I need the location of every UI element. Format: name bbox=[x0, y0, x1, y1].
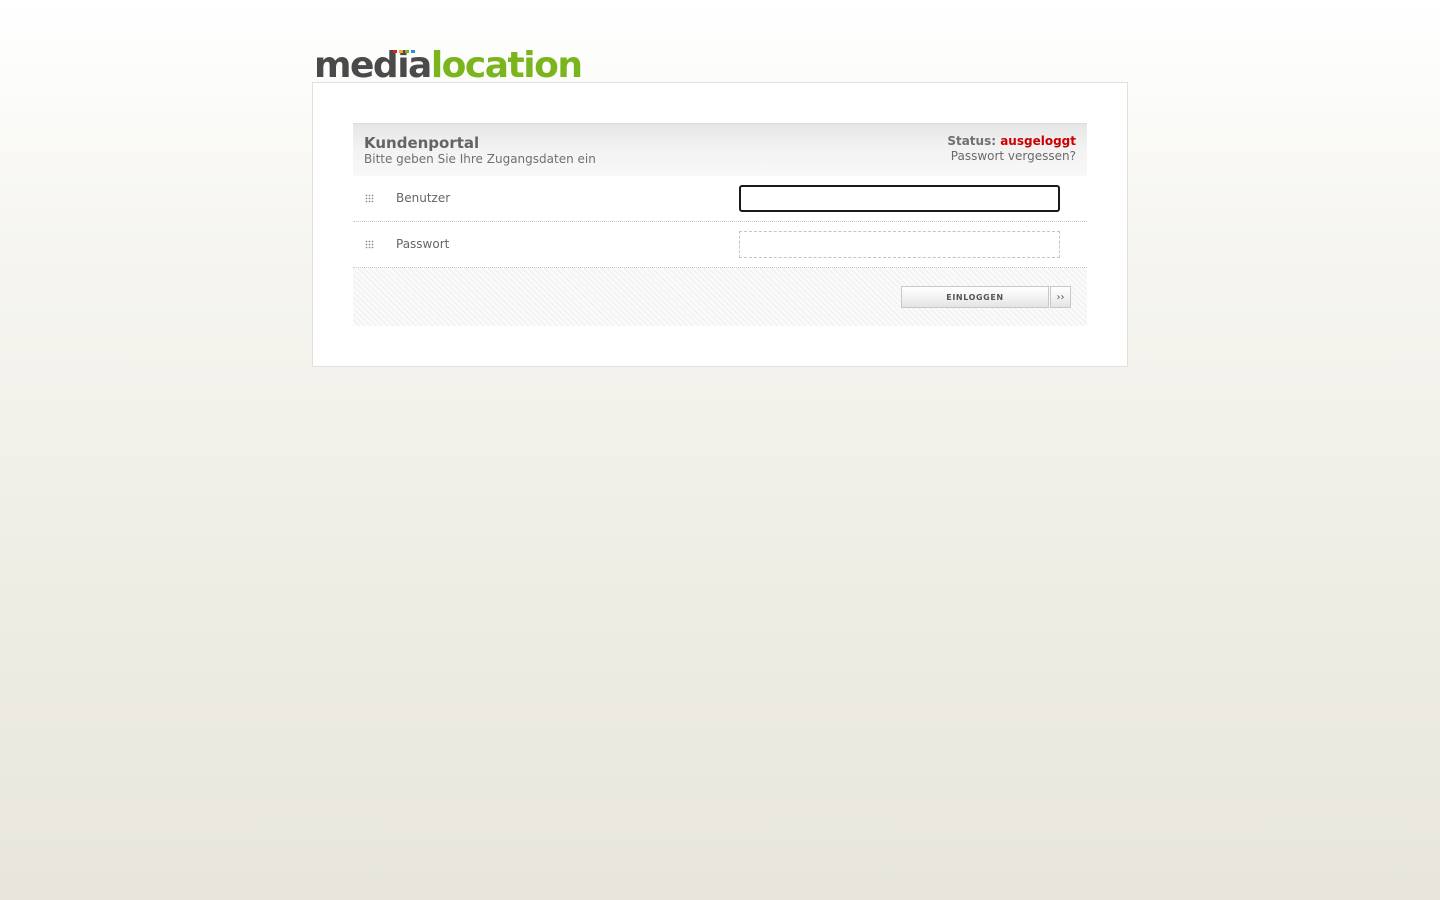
logo-bar-green bbox=[405, 50, 409, 53]
status-value: ausgeloggt bbox=[1000, 134, 1076, 148]
username-label: Benutzer bbox=[396, 191, 451, 205]
status-label: Status: bbox=[947, 134, 997, 148]
login-panel: Kundenportal Bitte geben Sie Ihre Zugang… bbox=[353, 123, 1087, 326]
logo-color-bars bbox=[393, 50, 415, 53]
login-container: Kundenportal Bitte geben Sie Ihre Zugang… bbox=[312, 82, 1128, 367]
panel-title: Kundenportal bbox=[364, 134, 480, 152]
medialocation-logo: medialocation bbox=[314, 44, 583, 86]
login-button[interactable]: EINLOGGEN bbox=[901, 286, 1049, 308]
dotted-bullet-icon bbox=[365, 240, 374, 249]
logo-bar-orange bbox=[399, 50, 403, 53]
panel-footer: EINLOGGEN ›› bbox=[353, 268, 1087, 326]
password-input[interactable] bbox=[739, 231, 1060, 258]
password-label: Passwort bbox=[396, 237, 450, 251]
logo-location-text: location bbox=[430, 45, 583, 86]
login-status: Status: ausgeloggt bbox=[947, 134, 1076, 148]
forgot-password-link[interactable]: Passwort vergessen? bbox=[951, 149, 1076, 163]
double-chevron-right-icon[interactable]: ›› bbox=[1050, 286, 1071, 308]
dotted-bullet-icon bbox=[365, 194, 374, 203]
password-row: Passwort bbox=[353, 222, 1087, 268]
panel-subtitle: Bitte geben Sie Ihre Zugangsdaten ein bbox=[364, 152, 596, 166]
logo-wordmark: medialocation bbox=[314, 45, 583, 86]
username-input[interactable] bbox=[739, 185, 1060, 212]
logo-bar-red bbox=[393, 50, 397, 53]
username-row: Benutzer bbox=[353, 176, 1087, 222]
logo-bar-blue bbox=[411, 50, 415, 53]
panel-header: Kundenportal Bitte geben Sie Ihre Zugang… bbox=[353, 123, 1087, 176]
